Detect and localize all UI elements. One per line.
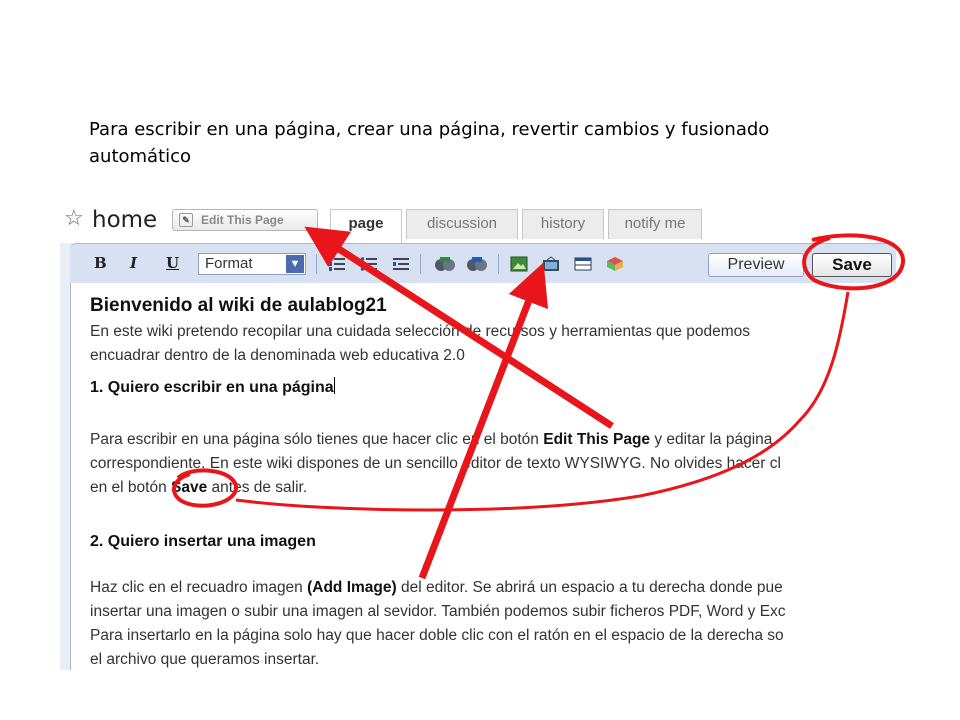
paragraph-line: correspondiente. En este wiki dispones d…	[90, 455, 781, 472]
text-run: antes de salir.	[207, 479, 308, 496]
wiki-header: ☆ home ✎ Edit This Page page discussion …	[60, 205, 896, 243]
toolbar-divider	[316, 254, 317, 274]
tab-label: discussion	[426, 215, 498, 232]
paragraph-line: Para escribir en una página sólo tienes …	[90, 431, 772, 449]
underline-button[interactable]: U	[166, 254, 179, 272]
image-icon[interactable]	[510, 256, 528, 272]
intro-line: En este wiki pretendo recopilar una cuid…	[90, 323, 750, 340]
widget-icon[interactable]	[606, 256, 624, 272]
text-run-bold: (Add Image)	[307, 579, 397, 596]
section-heading: 1. Quiero escribir en una página	[90, 377, 335, 397]
bold-button[interactable]: B	[94, 254, 107, 272]
table-icon[interactable]	[574, 256, 592, 272]
video-icon[interactable]	[542, 256, 560, 272]
bullet-list-icon[interactable]	[360, 256, 378, 272]
tab-label: page	[348, 215, 384, 232]
text-run: del editor. Se abrirá un espacio a tu de…	[396, 579, 783, 596]
paragraph-line: en el botón Save antes de salir.	[90, 479, 307, 497]
paragraph-line: Para insertarlo en la página solo hay qu…	[90, 627, 784, 644]
toolbar-divider	[420, 254, 421, 274]
toolbar-divider	[498, 254, 499, 274]
paragraph-line: el archivo que queramos insertar.	[90, 651, 320, 668]
link-icon[interactable]	[434, 256, 456, 272]
text-run-bold: Edit This Page	[543, 431, 651, 448]
text-run-bold: Save	[171, 479, 208, 496]
content-title: Bienvenido al wiki de aulablog21	[90, 295, 387, 316]
section-heading-text: 1. Quiero escribir en una página	[90, 379, 334, 396]
text-run: Para escribir en una página sólo tienes …	[90, 431, 544, 448]
tab-history[interactable]: history	[522, 209, 604, 239]
format-select[interactable]: Format ▼	[198, 253, 306, 275]
pencil-icon: ✎	[179, 213, 193, 227]
chevron-down-icon: ▼	[286, 255, 304, 273]
edit-this-page-button[interactable]: ✎ Edit This Page	[172, 209, 318, 231]
indent-icon[interactable]	[392, 256, 410, 272]
preview-button[interactable]: Preview	[708, 253, 804, 277]
edit-button-label: Edit This Page	[201, 213, 284, 227]
numbered-list-icon[interactable]	[328, 256, 346, 272]
save-button[interactable]: Save	[812, 253, 892, 277]
text-run: Haz clic en el recuadro imagen	[90, 579, 308, 596]
section-heading: 2. Quiero insertar una imagen	[90, 533, 316, 550]
paragraph-line: Haz clic en el recuadro imagen (Add Imag…	[90, 579, 783, 597]
editor-toolbar: B I U Format ▼ Preview Save	[70, 243, 896, 284]
tab-discussion[interactable]: discussion	[406, 209, 518, 239]
text-run: y editar la página	[650, 431, 773, 448]
tab-page[interactable]: page	[330, 209, 402, 243]
text-run: en el botón	[90, 479, 172, 496]
editor-content[interactable]: Bienvenido al wiki de aulablog21 En este…	[70, 283, 896, 670]
text-cursor	[333, 377, 335, 394]
slide-caption: Para escribir en una página, crear una p…	[89, 119, 770, 167]
tab-label: history	[540, 215, 586, 232]
intro-line: encuadrar dentro de la denominada web ed…	[90, 347, 465, 364]
paragraph-line: insertar una imagen o subir una imagen a…	[90, 603, 786, 620]
format-select-value: Format	[205, 255, 253, 272]
tab-label: notify me	[624, 215, 686, 232]
star-icon[interactable]: ☆	[64, 205, 84, 231]
wiki-screenshot: ☆ home ✎ Edit This Page page discussion …	[60, 205, 896, 670]
tab-notify-me[interactable]: notify me	[608, 209, 702, 239]
external-link-icon[interactable]	[466, 256, 488, 272]
page-title: home	[92, 207, 158, 233]
italic-button[interactable]: I	[130, 254, 137, 272]
